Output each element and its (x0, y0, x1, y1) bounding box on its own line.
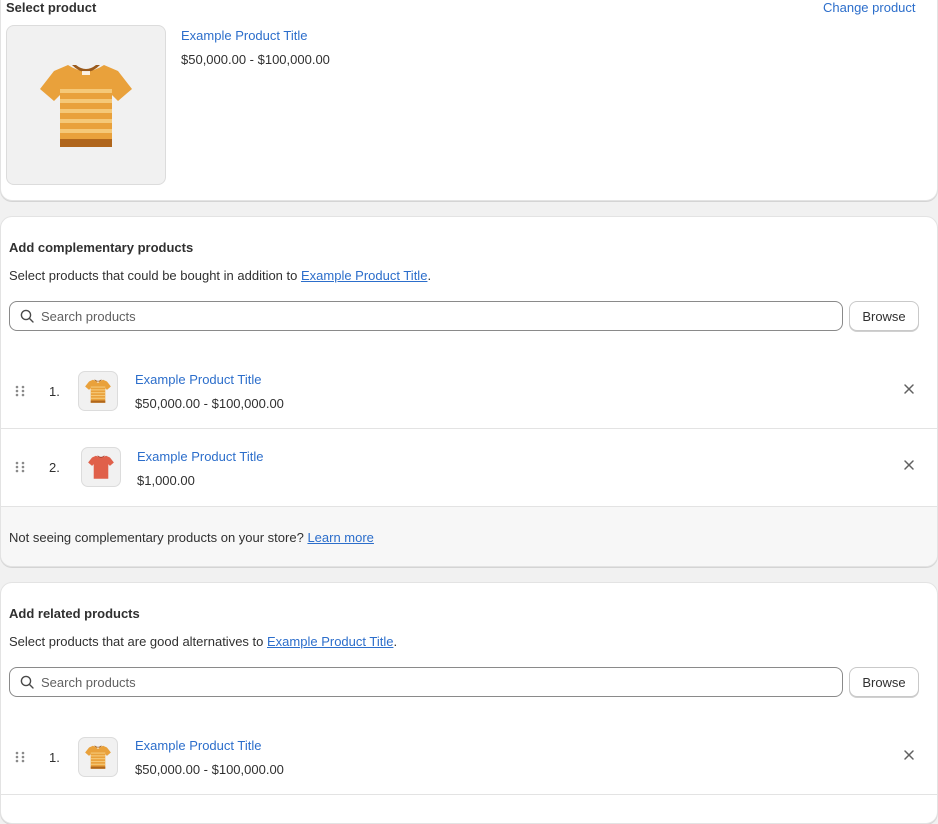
related-search-input[interactable] (41, 668, 831, 696)
search-icon (20, 309, 34, 323)
complementary-products-card: Add complementary products Select produc… (0, 216, 938, 567)
close-icon[interactable] (903, 459, 915, 471)
orange-striped-tshirt-icon (84, 743, 112, 771)
product-thumbnail (6, 25, 166, 185)
related-section-title: Add related products (9, 606, 140, 621)
drag-handle-icon[interactable] (15, 461, 25, 473)
complementary-browse-button[interactable]: Browse (849, 301, 919, 331)
drag-handle-icon[interactable] (15, 751, 25, 763)
complementary-footer: Not seeing complementary products on you… (1, 506, 937, 566)
drag-handle-icon[interactable] (15, 385, 25, 397)
learn-more-link[interactable]: Learn more (307, 530, 373, 545)
close-icon[interactable] (903, 383, 915, 395)
item-thumbnail (81, 447, 121, 487)
item-index: 1. (49, 384, 60, 399)
orange-striped-tshirt-icon (36, 55, 136, 155)
complementary-list-item: 1. Example Product Title $50,000.00 - $1… (1, 352, 937, 428)
product-title-link[interactable]: Example Product Title (181, 28, 307, 43)
item-title-link[interactable]: Example Product Title (135, 738, 261, 753)
related-browse-button[interactable]: Browse (849, 667, 919, 697)
orange-striped-tshirt-icon (84, 377, 112, 405)
related-description: Select products that are good alternativ… (9, 634, 397, 649)
complementary-description: Select products that could be bought in … (9, 268, 431, 283)
footer-message: Not seeing complementary products on you… (9, 530, 374, 545)
complementary-list-item: 2. Example Product Title $1,000.00 (1, 429, 937, 505)
complementary-product-link[interactable]: Example Product Title (301, 268, 427, 283)
item-title-link[interactable]: Example Product Title (137, 449, 263, 464)
related-product-link[interactable]: Example Product Title (267, 634, 393, 649)
change-product-link[interactable]: Change product (823, 0, 916, 15)
related-search-box[interactable] (9, 667, 843, 697)
item-thumbnail (78, 737, 118, 777)
item-index: 2. (49, 460, 60, 475)
complementary-description-text: Select products that could be bought in … (9, 268, 301, 283)
red-tshirt-icon (87, 453, 115, 481)
footer-text: Not seeing complementary products on you… (9, 530, 308, 545)
search-icon (20, 675, 34, 689)
complementary-description-suffix: . (427, 268, 432, 283)
product-price: $50,000.00 - $100,000.00 (181, 52, 330, 67)
complementary-section-title: Add complementary products (9, 240, 194, 255)
close-icon[interactable] (903, 749, 915, 761)
item-price: $1,000.00 (137, 473, 195, 488)
related-description-suffix: . (393, 634, 398, 649)
select-product-title: Select product (6, 0, 97, 15)
related-description-text: Select products that are good alternativ… (9, 634, 267, 649)
complementary-search-box[interactable] (9, 301, 843, 331)
select-product-card: Select product Change product Example Pr… (0, 0, 938, 201)
divider (1, 794, 937, 795)
item-price: $50,000.00 - $100,000.00 (135, 396, 284, 411)
item-thumbnail (78, 371, 118, 411)
item-index: 1. (49, 750, 60, 765)
item-title-link[interactable]: Example Product Title (135, 372, 261, 387)
related-products-card: Add related products Select products tha… (0, 582, 938, 824)
complementary-search-input[interactable] (41, 302, 831, 330)
item-price: $50,000.00 - $100,000.00 (135, 762, 284, 777)
related-list-item: 1. Example Product Title $50,000.00 - $1… (1, 718, 937, 794)
